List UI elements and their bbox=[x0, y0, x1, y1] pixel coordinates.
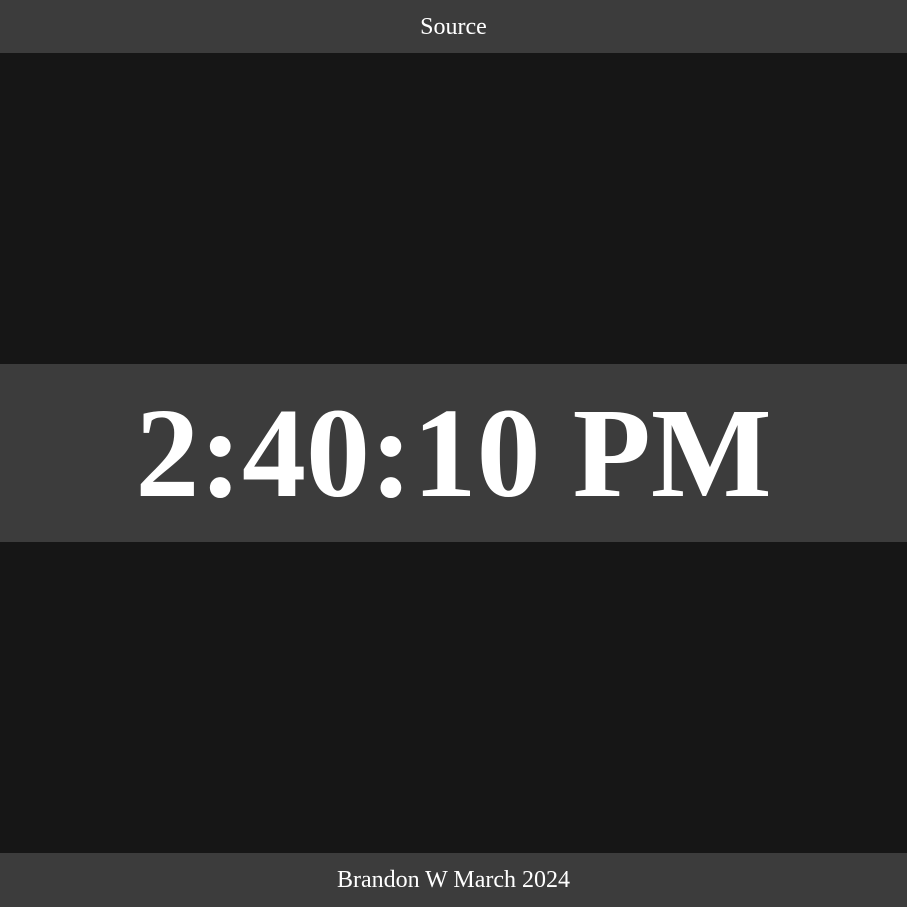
source-link[interactable]: Source bbox=[420, 15, 487, 39]
top-bar: Source bbox=[0, 0, 907, 53]
footer-credit: Brandon W March 2024 bbox=[336, 867, 571, 893]
footer-bar: Brandon W March 2024 bbox=[0, 853, 907, 907]
clock-band: 2:40:10 PM bbox=[0, 364, 907, 542]
clock-page: Source 2:40:10 PM Brandon W March 2024 bbox=[0, 0, 907, 907]
clock-time: 2:40:10 PM bbox=[135, 382, 772, 524]
